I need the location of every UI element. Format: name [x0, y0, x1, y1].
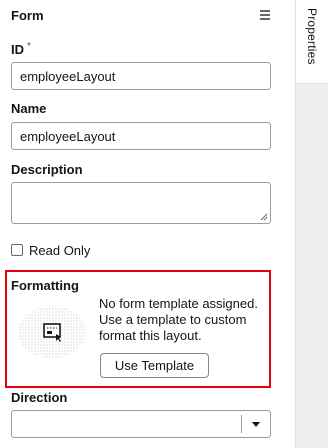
panel-title: Form — [11, 8, 44, 23]
formatting-title: Formatting — [11, 278, 79, 293]
read-only-label: Read Only — [29, 243, 91, 258]
chevron-down-icon[interactable] — [252, 422, 260, 427]
description-label: Description — [11, 162, 83, 177]
direction-label: Direction — [11, 390, 68, 405]
resize-grip-icon[interactable] — [260, 213, 268, 221]
name-field[interactable] — [11, 122, 271, 150]
direction-select[interactable] — [11, 410, 271, 438]
hamburger-icon[interactable] — [260, 10, 270, 20]
required-marker: * — [27, 41, 31, 52]
name-label: Name — [11, 101, 47, 116]
id-field[interactable] — [11, 62, 271, 90]
tab-properties-label: Properties — [305, 8, 319, 65]
select-divider — [241, 415, 242, 433]
use-template-button[interactable]: Use Template — [100, 353, 209, 378]
properties-panel: Form ID* Name Description Read Only Form… — [0, 0, 295, 448]
description-textarea[interactable] — [11, 182, 271, 224]
read-only-checkbox[interactable] — [11, 244, 23, 256]
right-sidebar: Properties — [295, 0, 328, 448]
form-template-icon — [18, 306, 86, 358]
formatting-message: No form template assigned. Use a templat… — [99, 296, 258, 343]
formatting-section: Formatting No form template assigned. Us… — [5, 270, 271, 388]
tab-properties[interactable]: Properties — [296, 0, 328, 84]
id-label: ID * — [11, 41, 31, 57]
